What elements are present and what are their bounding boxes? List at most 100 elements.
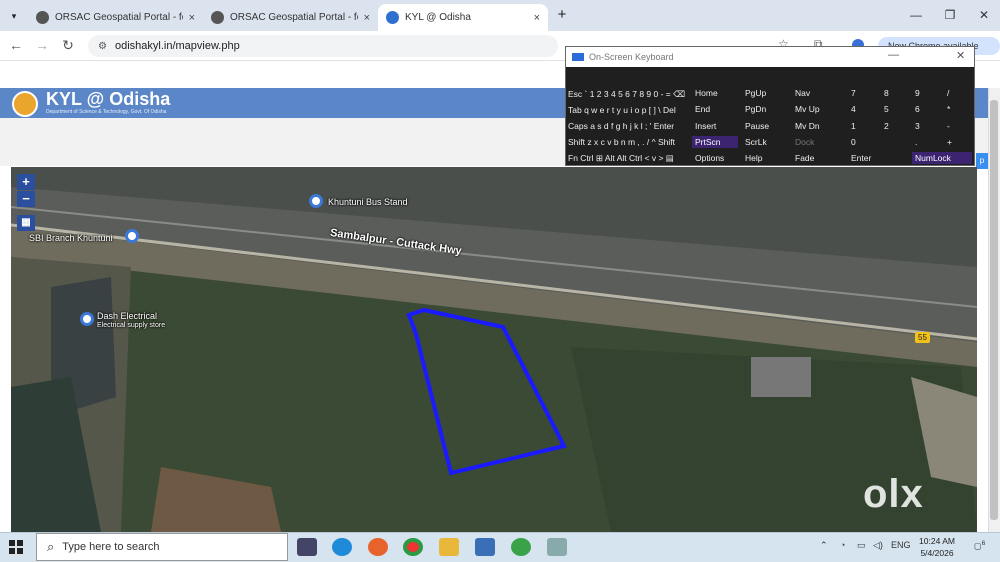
kyl-favicon-icon (386, 11, 399, 24)
osk-numpad-key[interactable]: 7 (848, 87, 876, 99)
osk-key[interactable]: PgUp (742, 87, 788, 99)
osk-numpad-key[interactable]: . (912, 136, 940, 148)
osk-titlebar[interactable]: On-Screen Keyboard (566, 47, 974, 67)
bus-stand-pin-icon[interactable] (309, 194, 323, 208)
file-explorer-icon[interactable] (439, 538, 459, 556)
osk-numpad-key[interactable]: 6 (912, 103, 940, 115)
close-window-icon[interactable]: ✕ (974, 6, 994, 24)
osk-numpad-key[interactable]: 4 (848, 103, 876, 115)
edge-icon[interactable] (332, 538, 352, 556)
battery-icon[interactable]: ▭ (857, 540, 866, 551)
osk-key[interactable]: Nav (792, 87, 838, 99)
language-indicator[interactable]: ENG (891, 540, 911, 550)
osk-key[interactable]: PrtScn (692, 136, 738, 148)
map-side-button[interactable]: p (976, 153, 988, 169)
search-placeholder: Type here to search (62, 541, 160, 553)
osk-key[interactable]: Fade (792, 152, 838, 164)
wifi-icon[interactable]: ◔ (840, 540, 845, 550)
tab-title: ORSAC Geospatial Portal - for R (230, 12, 358, 23)
osk-key[interactable]: Pause (742, 120, 788, 132)
keyboard-icon (572, 53, 584, 61)
taskbar-search[interactable]: ⌕ Type here to search (36, 533, 288, 561)
kyl-logo[interactable] (12, 91, 38, 117)
layers-icon[interactable]: ▦ (17, 215, 35, 231)
osk-row-3[interactable]: Caps a s d f g h j k l ; ' Enter (568, 121, 686, 131)
clock-time: 10:24 AM (919, 536, 955, 546)
osk-row-2[interactable]: Tab q w e r t y u i o p [ ] \ Del (568, 105, 686, 115)
taskbar-clock[interactable]: 10:24 AM 5/4/2026 (914, 535, 960, 559)
osk-numpad-key[interactable]: 9 (912, 87, 940, 99)
osk-row-1[interactable]: Esc ` 1 2 3 4 5 6 7 8 9 0 - = ⌫ (568, 89, 686, 100)
site-subtitle: Department of Science & Technology, Govt… (46, 109, 167, 115)
tray-chevron-icon[interactable]: ⌃ (820, 540, 828, 551)
osk-numpad-key[interactable]: 8 (881, 87, 909, 99)
tab-title: KYL @ Odisha (405, 12, 471, 23)
forward-icon[interactable]: → (34, 36, 50, 54)
tab-orsac-2[interactable]: ORSAC Geospatial Portal - for R × (203, 4, 378, 31)
osk-key[interactable]: Home (692, 87, 738, 99)
osk-minimize-icon[interactable]: — (888, 49, 899, 61)
app-green-icon[interactable] (511, 538, 531, 556)
reload-icon[interactable]: ↻ (60, 36, 76, 54)
osk-numpad-key[interactable]: / (944, 87, 972, 99)
minimize-icon[interactable]: — (906, 6, 926, 24)
osk-key[interactable]: End (692, 103, 738, 115)
osk-row-5[interactable]: Fn Ctrl ⊞ Alt Alt Ctrl < v > ▤ (568, 153, 686, 164)
volume-icon[interactable]: ◁) (873, 540, 883, 551)
close-tab-icon[interactable]: × (364, 12, 370, 24)
osk-key[interactable]: Dock (792, 136, 838, 148)
osk-close-icon[interactable]: ✕ (956, 49, 965, 62)
osk-key[interactable]: Mv Dn (792, 120, 838, 132)
address-bar[interactable]: ⚙ odishakyl.in/mapview.php (88, 35, 558, 57)
scrollbar-thumb[interactable] (990, 100, 998, 520)
clock-date: 5/4/2026 (920, 548, 954, 558)
satellite-map[interactable]: + − ▦ Khuntuni Bus Stand Sambalpur - Cut… (11, 167, 977, 532)
osk-numpad-key[interactable]: 0 (848, 136, 876, 148)
zoom-in-button[interactable]: + (17, 174, 35, 190)
olx-watermark: olx (863, 472, 924, 516)
zoom-out-button[interactable]: − (17, 191, 35, 207)
osk-numpad-key[interactable]: - (944, 120, 972, 132)
osk-numpad-key[interactable]: 5 (881, 103, 909, 115)
notification-icon[interactable]: ▢6 (974, 540, 985, 551)
back-icon[interactable]: ← (8, 36, 24, 54)
osk-row-4[interactable]: Shift z x c v b n m , . / ^ Shift (568, 137, 686, 147)
osk-key[interactable]: Insert (692, 120, 738, 132)
tab-orsac-1[interactable]: ORSAC Geospatial Portal - for R × (28, 4, 203, 31)
search-icon: ⌕ (47, 539, 55, 554)
osk-key[interactable]: Mv Up (792, 103, 838, 115)
new-tab-button[interactable]: + (553, 6, 571, 24)
close-tab-icon[interactable]: × (534, 12, 540, 24)
osk-key[interactable]: ScrLk (742, 136, 788, 148)
route-shield: 55 (915, 332, 930, 343)
osk-numpad-key[interactable]: * (944, 103, 972, 115)
osk-key[interactable]: Help (742, 152, 788, 164)
restore-icon[interactable]: ❐ (940, 6, 960, 24)
site-info-icon[interactable]: ⚙ (98, 41, 107, 52)
firefox-icon[interactable] (368, 538, 388, 556)
windows-start-icon[interactable] (8, 539, 24, 555)
osk-numpad-key[interactable]: 2 (881, 120, 909, 132)
tab-search-chevron-icon[interactable]: ▾ (6, 8, 22, 24)
bus-stand-label: Khuntuni Bus Stand (328, 197, 408, 207)
tab-kyl-odisha[interactable]: KYL @ Odisha × (378, 4, 548, 31)
close-tab-icon[interactable]: × (189, 12, 195, 24)
osk-numpad-key[interactable]: 3 (912, 120, 940, 132)
osk-numpad-key[interactable]: NumLock (912, 152, 972, 164)
app-icon[interactable] (475, 538, 495, 556)
map-imagery (11, 167, 977, 532)
store-pin-icon[interactable] (80, 312, 94, 326)
osk-key[interactable]: Options (692, 152, 738, 164)
osk-numpad-key[interactable]: + (944, 136, 972, 148)
chrome-icon[interactable] (403, 538, 423, 556)
orsac-favicon-icon (36, 11, 49, 24)
bank-pin-icon[interactable] (125, 229, 139, 243)
dash-electrical-sub: Electrical supply store (97, 322, 166, 329)
app-pen-icon[interactable] (547, 538, 567, 556)
on-screen-keyboard[interactable]: On-Screen Keyboard — ✕ Esc ` 1 2 3 4 5 6… (565, 46, 975, 166)
site-title[interactable]: KYL @ Odisha (46, 89, 170, 110)
task-view-icon[interactable] (297, 538, 317, 556)
osk-key[interactable]: PgDn (742, 103, 788, 115)
osk-numpad-key[interactable]: 1 (848, 120, 876, 132)
osk-numpad-key[interactable]: Enter (848, 152, 908, 164)
